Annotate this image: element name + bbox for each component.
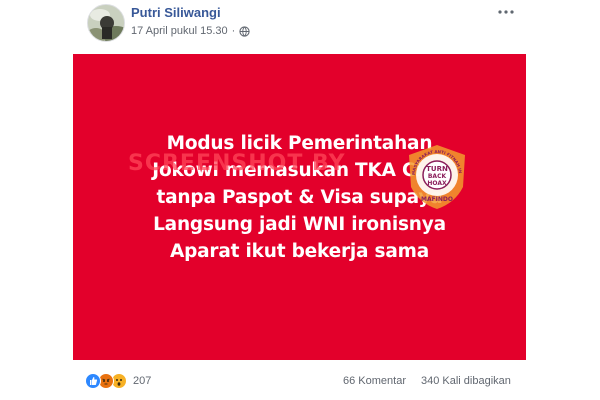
banner-line: Langsung jadi WNI ironisnya	[153, 214, 446, 235]
reaction-count: 207	[133, 375, 152, 387]
post-meta: 17 April pukul 15.30 ·	[131, 25, 250, 37]
stamp-bottom-text: HOAX	[427, 180, 447, 187]
post-header: Putri Siliwangi 17 April pukul 15.30 ·	[73, 0, 526, 54]
more-options-icon[interactable]	[496, 6, 516, 18]
globe-icon[interactable]	[239, 25, 250, 37]
author-avatar[interactable]	[87, 4, 125, 42]
author-name[interactable]: Putri Siliwangi	[131, 5, 221, 20]
comments-link[interactable]: 66 Komentar	[343, 375, 406, 387]
stamp-org-text: MAFINDO	[421, 196, 453, 203]
post-image-banner[interactable]: Modus licik Pemerintahan Jokowi memasuka…	[73, 54, 526, 360]
like-reaction-icon	[85, 373, 101, 389]
stamp-top-text: TURN	[426, 165, 448, 173]
stamp-mid-text: BACK	[428, 173, 447, 180]
facebook-post: Putri Siliwangi 17 April pukul 15.30 · M…	[73, 0, 526, 400]
post-footer: 207 66 Komentar 340 Kali dibagikan	[73, 360, 526, 400]
shares-link[interactable]: 340 Kali dibagikan	[421, 375, 511, 387]
turnbackhoax-stamp-icon: MASYARAKAT ANTI FITNAH INDONESIA TURN BA…	[405, 143, 465, 209]
post-timestamp[interactable]: 17 April pukul 15.30	[131, 25, 228, 37]
meta-separator: ·	[231, 25, 236, 37]
reactions-summary[interactable]: 207	[85, 373, 151, 389]
banner-line: Aparat ikut bekerja sama	[169, 241, 430, 262]
